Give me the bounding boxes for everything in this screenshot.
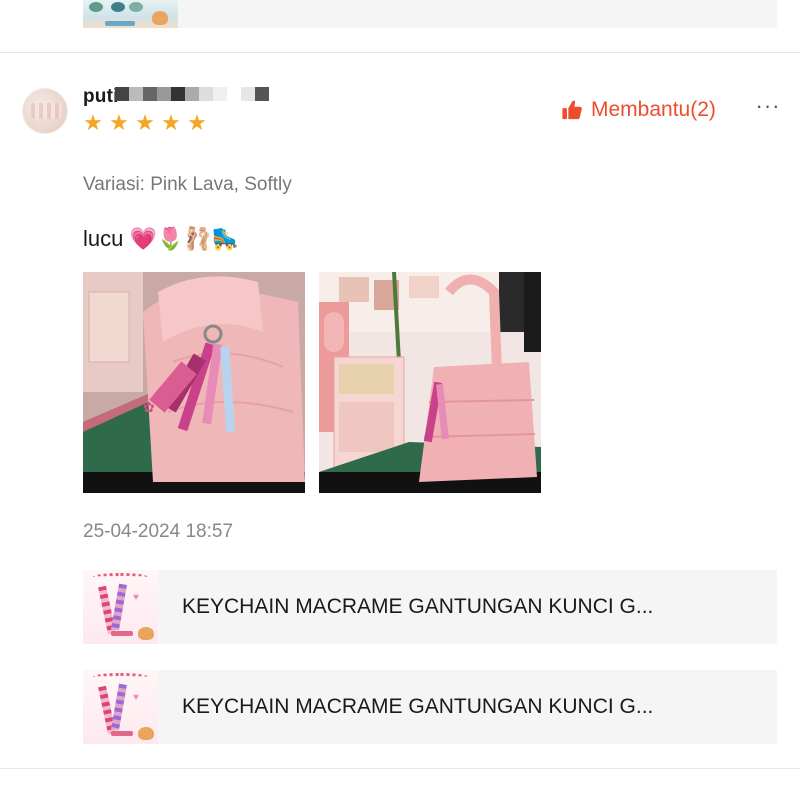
pink-bag-with-keychain-photo: ✿: [83, 272, 305, 493]
mask-block: [157, 87, 171, 101]
mask-block: [241, 87, 255, 101]
mask-block: [129, 87, 143, 101]
section-divider: [0, 768, 800, 769]
mask-block: [171, 87, 185, 101]
mask-block: [227, 87, 241, 101]
thumbs-up-icon: [561, 99, 583, 121]
more-options-icon[interactable]: ···: [755, 95, 781, 122]
section-divider: [0, 52, 800, 53]
mask-block: [213, 87, 227, 101]
product-card[interactable]: ♥ KEYCHAIN MACRAME GANTUNGAN KUNCI G...: [83, 670, 777, 744]
review-photo-1[interactable]: ✿: [83, 272, 305, 493]
mask-block: [185, 87, 199, 101]
mask-block: [115, 87, 129, 101]
mask-block: [255, 87, 269, 101]
star-icon: ★: [161, 110, 181, 135]
review-timestamp: 25-04-2024 18:57: [83, 521, 234, 542]
svg-text:✿: ✿: [143, 400, 155, 416]
product-title: KEYCHAIN MACRAME GANTUNGAN KUNCI G...: [182, 695, 654, 718]
variation-text: Variasi: Pink Lava, Softly: [83, 174, 292, 195]
previous-product-card[interactable]: [83, 0, 777, 28]
pink-bag-in-room-photo: [319, 272, 541, 493]
product-card[interactable]: ♥ KEYCHAIN MACRAME GANTUNGAN KUNCI G...: [83, 570, 777, 644]
rating-stars: ★ ★ ★ ★ ★: [82, 112, 208, 134]
product-thumbnail-icon: [83, 0, 178, 28]
star-icon: ★: [109, 110, 129, 135]
helpful-button[interactable]: Membantu(2): [561, 98, 716, 122]
review-photo-2[interactable]: [319, 272, 541, 493]
star-icon: ★: [83, 110, 103, 135]
avatar[interactable]: [22, 88, 68, 134]
helpful-label: Membantu(2): [591, 98, 716, 121]
product-thumbnail-icon: ♥: [83, 670, 158, 744]
review-comment: lucu 💗🌷🩰🛼: [83, 226, 240, 251]
username-privacy-mask: [115, 87, 273, 101]
product-title: KEYCHAIN MACRAME GANTUNGAN KUNCI G...: [182, 595, 654, 618]
mask-block: [143, 87, 157, 101]
product-thumbnail-icon: ♥: [83, 570, 158, 644]
mask-block: [199, 87, 213, 101]
star-icon: ★: [187, 110, 207, 135]
reviewer-username: puti: [83, 86, 119, 107]
star-icon: ★: [135, 110, 155, 135]
